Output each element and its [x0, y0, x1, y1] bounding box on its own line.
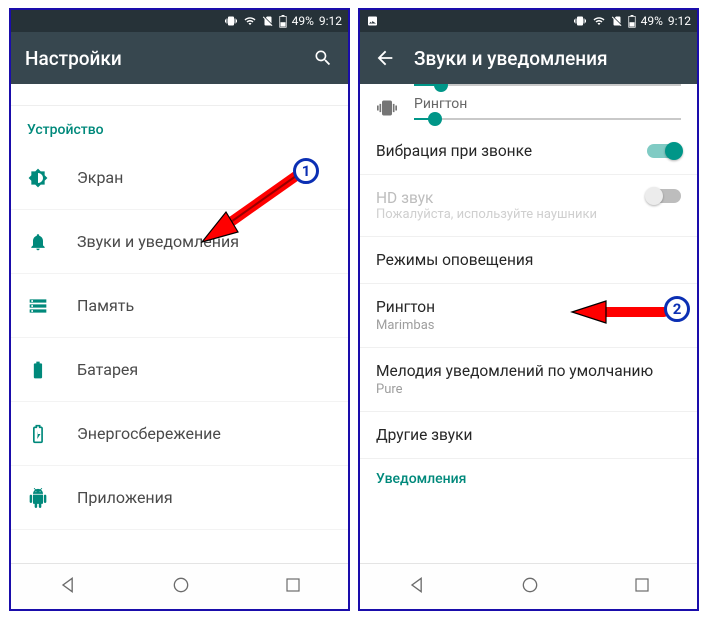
- status-bar: 49% 9:12: [11, 10, 348, 32]
- wifi-icon: [592, 15, 606, 27]
- nav-bar: [360, 563, 697, 609]
- pref-title: Рингтон: [376, 298, 435, 316]
- annotation-arrow-1: [192, 168, 304, 246]
- bell-icon: [27, 231, 49, 253]
- page-title: Звуки и уведомления: [414, 47, 683, 70]
- vibrate-icon: [224, 15, 238, 27]
- slider-row-partial: [360, 84, 697, 92]
- app-bar: Звуки и уведомления: [360, 32, 697, 84]
- status-bar: 49% 9:12: [360, 10, 697, 32]
- section-header-device: Устройство: [11, 106, 348, 146]
- battery-row-icon: [27, 359, 49, 381]
- battery-percent: 49%: [641, 14, 663, 28]
- pref-vibrate-on-ring[interactable]: Вибрация при звонке: [360, 128, 697, 175]
- annotation-arrow-2: [566, 298, 670, 328]
- wifi-icon: [243, 15, 257, 27]
- pref-alert-modes[interactable]: Режимы оповещения: [360, 237, 697, 284]
- clock: 9:12: [668, 14, 691, 28]
- row-label: Приложения: [77, 488, 173, 507]
- row-label: Память: [77, 296, 134, 315]
- nav-recent-icon[interactable]: [284, 576, 302, 598]
- pref-title: Мелодия уведомлений по умолчанию: [376, 362, 653, 380]
- nav-home-icon[interactable]: [520, 575, 540, 599]
- settings-row-battery[interactable]: Батарея: [11, 338, 348, 402]
- toggle-vibrate-on-ring[interactable]: [647, 144, 681, 158]
- nav-back-icon[interactable]: [407, 575, 427, 599]
- row-label: Энергосбережение: [77, 424, 221, 443]
- power-save-icon: [27, 423, 49, 445]
- slider-label: Рингтон: [414, 96, 681, 112]
- vibrate-icon: [376, 98, 398, 118]
- pref-title: HD звук: [376, 189, 645, 207]
- clock: 9:12: [319, 14, 342, 28]
- nav-recent-icon[interactable]: [633, 576, 651, 598]
- app-bar: Настройки: [11, 32, 348, 84]
- pref-title: Другие звуки: [376, 426, 472, 444]
- storage-icon: [27, 295, 49, 317]
- settings-row-storage[interactable]: Память: [11, 274, 348, 338]
- pref-subtitle: Marimbas: [376, 318, 434, 333]
- nav-home-icon[interactable]: [171, 575, 191, 599]
- phone-screenshot-left: 49% 9:12 Настройки Устройство Экран Звук…: [9, 8, 350, 611]
- annotation-badge-1: 1: [293, 158, 319, 184]
- search-icon[interactable]: [312, 47, 334, 69]
- slider-row-ringtone: Рингтон: [360, 92, 697, 128]
- android-icon: [27, 487, 49, 509]
- vibrate-icon: [573, 15, 587, 27]
- battery-icon: [279, 15, 287, 28]
- page-title: Настройки: [25, 47, 294, 70]
- nav-bar: [11, 563, 348, 609]
- display-icon: [27, 167, 49, 189]
- settings-row-powersave[interactable]: Энергосбережение: [11, 402, 348, 466]
- battery-icon: [628, 15, 636, 28]
- battery-percent: 49%: [292, 14, 314, 28]
- section-header-notifications: Уведомления: [360, 459, 697, 495]
- pref-other-sounds[interactable]: Другие звуки: [360, 412, 697, 459]
- pref-subtitle: Пожалуйста, используйте наушники: [376, 207, 645, 222]
- pref-default-notification[interactable]: Мелодия уведомлений по умолчанию Pure: [360, 348, 697, 412]
- back-arrow-icon[interactable]: [374, 47, 396, 69]
- pref-title: Вибрация при звонке: [376, 142, 532, 160]
- toggle-hd-sound: [647, 189, 681, 203]
- annotation-badge-2: 2: [664, 296, 690, 322]
- no-sim-icon: [262, 15, 274, 27]
- row-label: Батарея: [77, 360, 138, 379]
- divider-strip: [11, 84, 348, 106]
- screenshot-saved-icon: [366, 15, 379, 27]
- no-sim-icon: [611, 15, 623, 27]
- ringtone-slider[interactable]: [414, 118, 681, 120]
- pref-hd-sound: HD звук Пожалуйста, используйте наушники: [360, 175, 697, 237]
- volume-slider[interactable]: [414, 84, 681, 86]
- pref-title: Режимы оповещения: [376, 251, 533, 269]
- pref-subtitle: Pure: [376, 382, 403, 397]
- content-area: Устройство Экран Звуки и уведомления Пам…: [11, 84, 348, 563]
- nav-back-icon[interactable]: [58, 575, 78, 599]
- row-label: Экран: [77, 168, 123, 187]
- settings-row-apps[interactable]: Приложения: [11, 466, 348, 530]
